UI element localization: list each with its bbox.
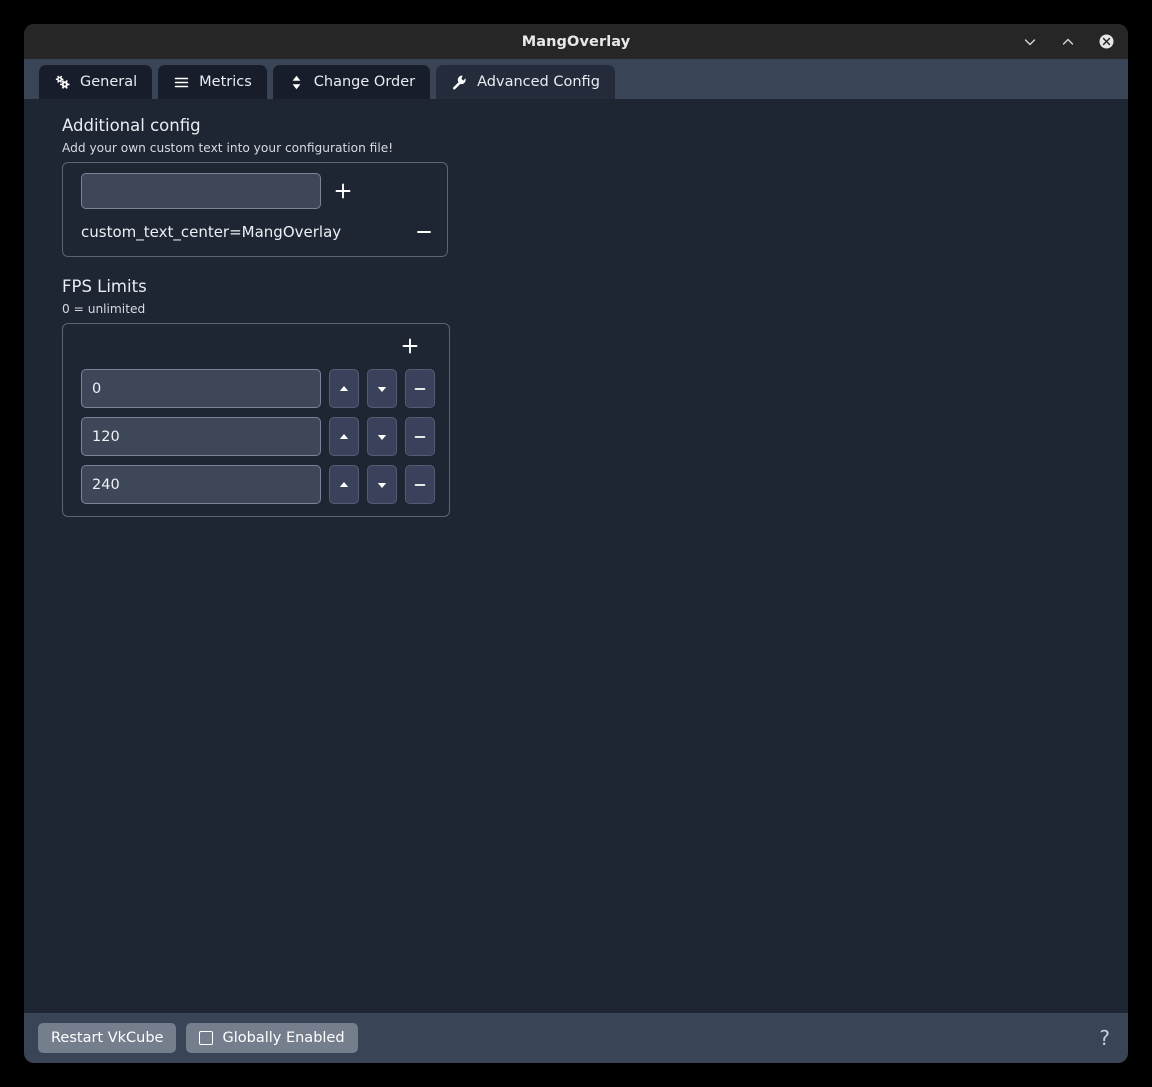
app-window: MangOverlay General Metrics Change Order… [24,24,1128,1063]
fps-limit-remove-button[interactable] [405,417,435,456]
additional-config-title: Additional config [62,116,201,135]
globally-enabled-toggle[interactable]: Globally Enabled [186,1023,358,1053]
custom-entry-label: custom_text_center=MangOverlay [81,223,342,241]
globally-enabled-label: Globally Enabled [222,1030,345,1046]
close-circle-icon[interactable] [1096,32,1116,52]
fps-limit-remove-button[interactable] [405,369,435,408]
fps-limit-decrement-button[interactable] [367,369,397,408]
add-fps-limit-button[interactable] [395,332,425,360]
tab-metrics[interactable]: Metrics [158,65,267,99]
fps-limit-increment-button[interactable] [329,417,359,456]
hamburger-icon [173,74,190,91]
tab-change-order-label: Change Order [313,74,416,90]
fps-limits-subtitle: 0 = unlimited [62,302,146,316]
custom-entry-row: custom_text_center=MangOverlay [81,220,437,244]
window-controls [1020,32,1116,52]
fps-add-row [81,332,437,360]
fps-limits-title: FPS Limits [62,277,147,296]
additional-config-subtitle: Add your own custom text into your confi… [62,141,394,155]
title-bar: MangOverlay [24,24,1128,59]
fps-limit-input[interactable] [81,369,321,408]
fps-limit-row [81,417,437,456]
tab-general[interactable]: General [39,65,153,99]
add-custom-text-button[interactable] [321,173,365,209]
fps-limit-increment-button[interactable] [329,369,359,408]
sort-updown-icon [288,74,305,91]
tab-advanced-config[interactable]: Advanced Config [436,65,615,99]
additional-config-group: custom_text_center=MangOverlay [62,162,448,257]
wrench-icon [451,74,468,91]
additional-config-add-row [81,173,435,209]
tab-advanced-config-label: Advanced Config [477,74,600,90]
window-title: MangOverlay [521,33,631,50]
bottom-bar: Restart VkCube Globally Enabled ? [24,1013,1128,1063]
restart-vkcube-button[interactable]: Restart VkCube [38,1023,177,1053]
tab-change-order[interactable]: Change Order [272,65,431,99]
fps-limit-input[interactable] [81,465,321,504]
tab-general-label: General [80,74,138,90]
tab-bar: General Metrics Change Order Advanced Co… [24,59,1128,99]
custom-text-input[interactable] [81,173,321,209]
cogs-icon [54,74,71,91]
checkbox-icon [199,1031,214,1045]
fps-limit-input[interactable] [81,417,321,456]
fps-limit-decrement-button[interactable] [367,417,397,456]
chevron-down-icon[interactable] [1020,32,1040,52]
chevron-up-icon[interactable] [1058,32,1078,52]
fps-limit-row [81,369,437,408]
fps-limit-increment-button[interactable] [329,465,359,504]
fps-limit-row [81,465,437,504]
tab-metrics-label: Metrics [199,74,252,90]
fps-limits-group [62,323,450,517]
help-button[interactable]: ? [1099,1028,1110,1048]
fps-limit-remove-button[interactable] [405,465,435,504]
content-area: Additional config Add your own custom te… [24,99,1128,1013]
fps-limit-decrement-button[interactable] [367,465,397,504]
remove-custom-entry-button[interactable] [411,220,437,244]
